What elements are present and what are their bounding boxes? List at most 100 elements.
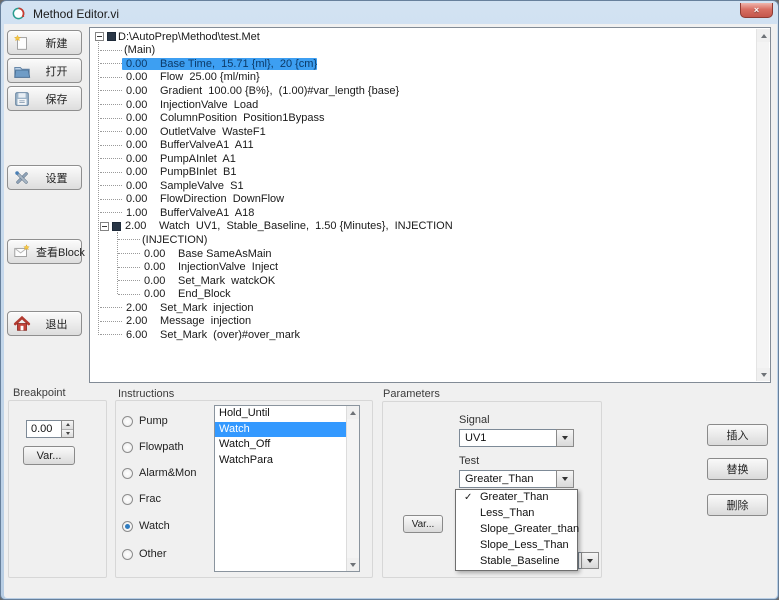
tree-row[interactable]: 0.00End_Block xyxy=(92,287,754,301)
tree-row[interactable]: 0.00InjectionValve Load xyxy=(92,98,754,112)
radio-option[interactable]: Pump xyxy=(122,415,168,427)
breakpoint-spinner[interactable] xyxy=(26,420,74,438)
tree-row[interactable]: 0.00SampleValve S1 xyxy=(92,179,754,193)
tree-row[interactable]: 6.00Set_Mark (over)#over_mark xyxy=(92,328,754,342)
collapse-icon[interactable] xyxy=(100,222,109,231)
tree-row[interactable]: 0.00Set_Mark watckOK xyxy=(92,274,754,288)
tree-row[interactable]: 0.00FlowDirection DownFlow xyxy=(92,193,754,207)
tree-row[interactable]: 0.00ColumnPosition Position1Bypass xyxy=(92,111,754,125)
row-time: 0.00 xyxy=(122,126,158,138)
radio-option[interactable]: Frac xyxy=(122,493,161,505)
open-button[interactable]: 打开 xyxy=(7,58,82,83)
row-time: 0.00 xyxy=(122,71,158,83)
row-text: PumpAInlet A1 xyxy=(158,153,236,165)
scroll-up-icon[interactable] xyxy=(347,406,359,419)
save-icon xyxy=(13,90,31,108)
breakpoint-value-input[interactable] xyxy=(26,420,61,438)
list-item[interactable]: Watch xyxy=(215,422,346,438)
menu-item-label: Greater_Than xyxy=(480,491,548,503)
scroll-down-icon[interactable] xyxy=(347,558,359,571)
tree-connector xyxy=(118,267,140,268)
listbox-scrollbar[interactable] xyxy=(346,406,359,571)
row-time: 6.00 xyxy=(122,329,158,341)
list-item[interactable]: Hold_Until xyxy=(215,406,346,422)
tree-row[interactable]: 0.00Base Time, 15.71 {ml}, 20 {cm} xyxy=(92,57,754,71)
chevron-down-icon[interactable] xyxy=(581,552,599,569)
tree-row[interactable]: 2.00Set_Mark injection xyxy=(92,301,754,315)
tree-row[interactable]: 0.00OutletValve WasteF1 xyxy=(92,125,754,139)
row-text: End_Block xyxy=(176,288,231,300)
save-button[interactable]: 保存 xyxy=(7,86,82,111)
tree-row[interactable]: 0.00Base SameAsMain xyxy=(92,247,754,261)
value-combobox-partial[interactable] xyxy=(578,552,599,569)
close-button[interactable]: × xyxy=(740,3,773,18)
scroll-up-icon[interactable] xyxy=(757,29,770,42)
insert-button[interactable]: 插入 xyxy=(707,424,768,446)
tree-connector xyxy=(118,239,140,240)
breakpoint-var-button[interactable]: Var... xyxy=(23,446,75,465)
tree-row[interactable]: (Main) xyxy=(92,44,754,58)
tree-row[interactable]: 1.00BufferValveA1 A18 xyxy=(92,206,754,220)
settings-button[interactable]: 设置 xyxy=(7,165,82,190)
tree-row[interactable]: 0.00InjectionValve Inject xyxy=(92,260,754,274)
list-item[interactable]: Watch_Off xyxy=(215,437,346,453)
app-logo-icon xyxy=(11,6,26,21)
row-time: 0.00 xyxy=(122,58,158,70)
test-value: Greater_Than xyxy=(459,470,556,488)
collapse-icon[interactable] xyxy=(95,32,104,41)
signal-combobox[interactable]: UV1 xyxy=(459,429,574,447)
delete-button[interactable]: 删除 xyxy=(707,494,768,516)
radio-icon[interactable] xyxy=(122,494,133,505)
tree-row[interactable]: 0.00Flow 25.00 {ml/min} xyxy=(92,71,754,85)
radio-icon[interactable] xyxy=(122,521,133,532)
radio-icon[interactable] xyxy=(122,468,133,479)
method-tree-panel[interactable]: D:\AutoPrep\Method\test.Met(Main)0.00Bas… xyxy=(89,27,771,383)
spinner-up-icon[interactable] xyxy=(62,421,73,429)
radio-option[interactable]: Alarm&Mon xyxy=(122,467,196,479)
tree-connector xyxy=(100,321,122,322)
menu-item[interactable]: Slope_Less_Than xyxy=(456,538,577,554)
tree-row[interactable]: 2.00Watch UV1, Stable_Baseline, 1.50 {Mi… xyxy=(92,220,754,234)
view-block-button[interactable]: 查看Block xyxy=(7,239,82,264)
radio-option[interactable]: Other xyxy=(122,548,167,560)
parameters-var-button[interactable]: Var... xyxy=(403,515,443,533)
chevron-down-icon[interactable] xyxy=(556,470,574,488)
menu-item[interactable]: ✓Greater_Than xyxy=(456,490,577,506)
row-time: 0.00 xyxy=(140,261,176,273)
tree-row[interactable]: 0.00PumpAInlet A1 xyxy=(92,152,754,166)
tree-row[interactable]: 0.00PumpBInlet B1 xyxy=(92,165,754,179)
replace-button[interactable]: 替换 xyxy=(707,458,768,480)
spinner-down-icon[interactable] xyxy=(62,429,73,438)
menu-item[interactable]: Slope_Greater_than xyxy=(456,522,577,538)
radio-icon[interactable] xyxy=(122,442,133,453)
menu-item[interactable]: Stable_Baseline xyxy=(456,554,577,570)
tree-connector xyxy=(100,131,122,132)
instruction-listbox[interactable]: Hold_UntilWatchWatch_OffWatchPara xyxy=(214,405,360,572)
tree-row[interactable]: (INJECTION) xyxy=(92,233,754,247)
radio-icon[interactable] xyxy=(122,416,133,427)
chevron-down-icon[interactable] xyxy=(556,429,574,447)
row-text: D:\AutoPrep\Method\test.Met xyxy=(116,31,260,43)
new-button[interactable]: 新建 xyxy=(7,30,82,55)
tree-connector xyxy=(100,63,122,64)
tree-row[interactable]: D:\AutoPrep\Method\test.Met xyxy=(92,30,754,44)
breakpoint-group-label: Breakpoint xyxy=(13,387,66,399)
title-bar[interactable]: Method Editor.vi xyxy=(4,3,777,24)
tree-vertical-scrollbar[interactable] xyxy=(756,29,769,381)
radio-option[interactable]: Watch xyxy=(122,520,170,532)
tree-connector xyxy=(100,145,122,146)
list-item[interactable]: WatchPara xyxy=(215,453,346,469)
row-time: 0.00 xyxy=(122,99,158,111)
radio-option[interactable]: Flowpath xyxy=(122,441,184,453)
test-combobox[interactable]: Greater_Than xyxy=(459,470,574,488)
exit-button[interactable]: 退出 xyxy=(7,311,82,336)
tree-row[interactable]: 0.00Gradient 100.00 {B%}, (1.00)#var_len… xyxy=(92,84,754,98)
tree-row[interactable]: 2.00Message injection xyxy=(92,314,754,328)
tree-row[interactable]: 0.00BufferValveA1 A11 xyxy=(92,138,754,152)
scroll-down-icon[interactable] xyxy=(757,368,770,381)
menu-item[interactable]: Less_Than xyxy=(456,506,577,522)
tree-connector xyxy=(100,199,122,200)
row-text: FlowDirection DownFlow xyxy=(158,193,284,205)
radio-icon[interactable] xyxy=(122,549,133,560)
tree-connector xyxy=(118,280,140,281)
